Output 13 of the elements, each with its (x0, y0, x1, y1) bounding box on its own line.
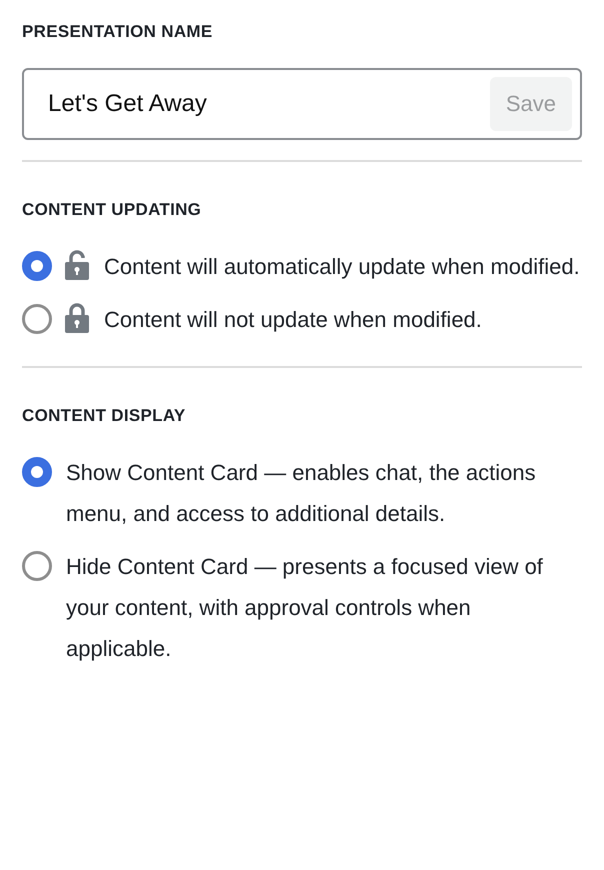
option-label: Content will not update when modified. (104, 306, 482, 334)
radio-button[interactable] (22, 457, 52, 487)
radio-button[interactable] (22, 251, 52, 281)
option-label: Hide Content Card — presents a focused view of your content, with approval controls when applicable. (66, 553, 544, 663)
option-label: Show Content Card — enables chat, the actions menu, and access to additional details. (66, 459, 537, 528)
section-heading: PRESENTATION NAME (22, 21, 214, 43)
section-heading: CONTENT UPDATING (22, 199, 202, 221)
padlock-icon (64, 301, 90, 333)
section-heading: CONTENT DISPLAY (22, 405, 187, 427)
open-padlock-icon (64, 248, 90, 280)
radio-button[interactable] (22, 304, 52, 334)
option-label: Content will automatically update when modified. (104, 253, 580, 281)
radio-button[interactable] (22, 551, 52, 581)
